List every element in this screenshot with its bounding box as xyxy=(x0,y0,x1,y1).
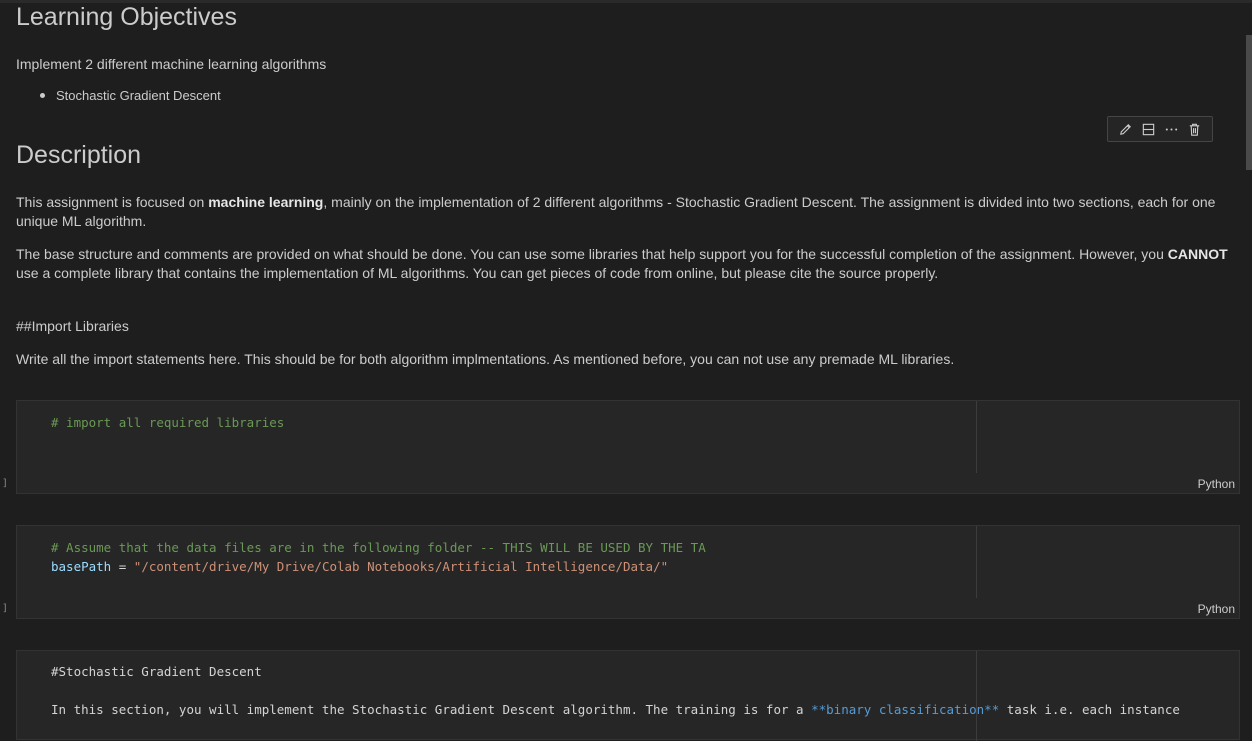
code-content[interactable]: # Assume that the data files are in the … xyxy=(51,538,706,576)
text-span: The base structure and comments are prov… xyxy=(16,246,1168,262)
trash-icon[interactable] xyxy=(1186,120,1204,138)
markdown-line: task i.e. each instance xyxy=(999,702,1180,717)
heading-learning-objectives: Learning Objectives xyxy=(16,3,237,31)
code-comment: # import all required libraries xyxy=(51,415,285,430)
code-editor[interactable]: # import all required libraries xyxy=(17,401,977,473)
cell-toolbar xyxy=(1107,116,1213,142)
markdown-cell-sgd[interactable]: #Stochastic Gradient Descent In this sec… xyxy=(16,650,1240,741)
list-item-label: Stochastic Gradient Descent xyxy=(56,88,221,103)
objectives-intro: Implement 2 different machine learning a… xyxy=(16,56,327,72)
language-indicator[interactable]: Python xyxy=(1198,477,1235,491)
list-item: Stochastic Gradient Descent xyxy=(40,88,221,103)
code-comment: # Assume that the data files are in the … xyxy=(51,540,706,555)
execution-bracket: ] xyxy=(2,603,9,614)
code-operator: = xyxy=(111,559,134,574)
code-content[interactable]: #Stochastic Gradient Descent In this sec… xyxy=(51,662,1180,719)
import-libraries-heading: ##Import Libraries xyxy=(16,318,129,334)
text-span: This assignment is focused on xyxy=(16,194,209,210)
description-paragraph-2: The base structure and comments are prov… xyxy=(16,245,1248,283)
text-span: use a complete library that contains the… xyxy=(16,265,939,281)
markdown-line: #Stochastic Gradient Descent xyxy=(51,664,262,679)
bullet-dot xyxy=(40,93,45,99)
code-string: "/content/drive/My Drive/Colab Notebooks… xyxy=(133,559,669,574)
code-cell-import[interactable]: # import all required libraries Python xyxy=(16,400,1240,494)
code-editor[interactable]: # Assume that the data files are in the … xyxy=(17,526,977,598)
markdown-line: In this section, you will implement the … xyxy=(51,702,812,717)
pencil-icon[interactable] xyxy=(1117,120,1135,138)
execution-bracket: ] xyxy=(2,478,9,489)
bold-text: machine learning xyxy=(208,194,324,210)
code-cell-basepath[interactable]: # Assume that the data files are in the … xyxy=(16,525,1240,619)
split-cell-icon[interactable] xyxy=(1140,120,1158,138)
markdown-bold: **binary classification** xyxy=(811,702,1000,717)
code-editor[interactable]: #Stochastic Gradient Descent In this sec… xyxy=(17,651,1180,741)
code-content[interactable]: # import all required libraries xyxy=(51,413,284,432)
more-icon[interactable] xyxy=(1163,120,1181,138)
heading-description: Description xyxy=(16,141,142,169)
language-indicator[interactable]: Python xyxy=(1198,602,1235,616)
description-paragraph-1: This assignment is focused on machine le… xyxy=(16,193,1248,231)
code-variable: basePath xyxy=(51,559,112,574)
import-libraries-text: Write all the import statements here. Th… xyxy=(16,351,955,367)
bold-text: CANNOT xyxy=(1167,246,1228,262)
